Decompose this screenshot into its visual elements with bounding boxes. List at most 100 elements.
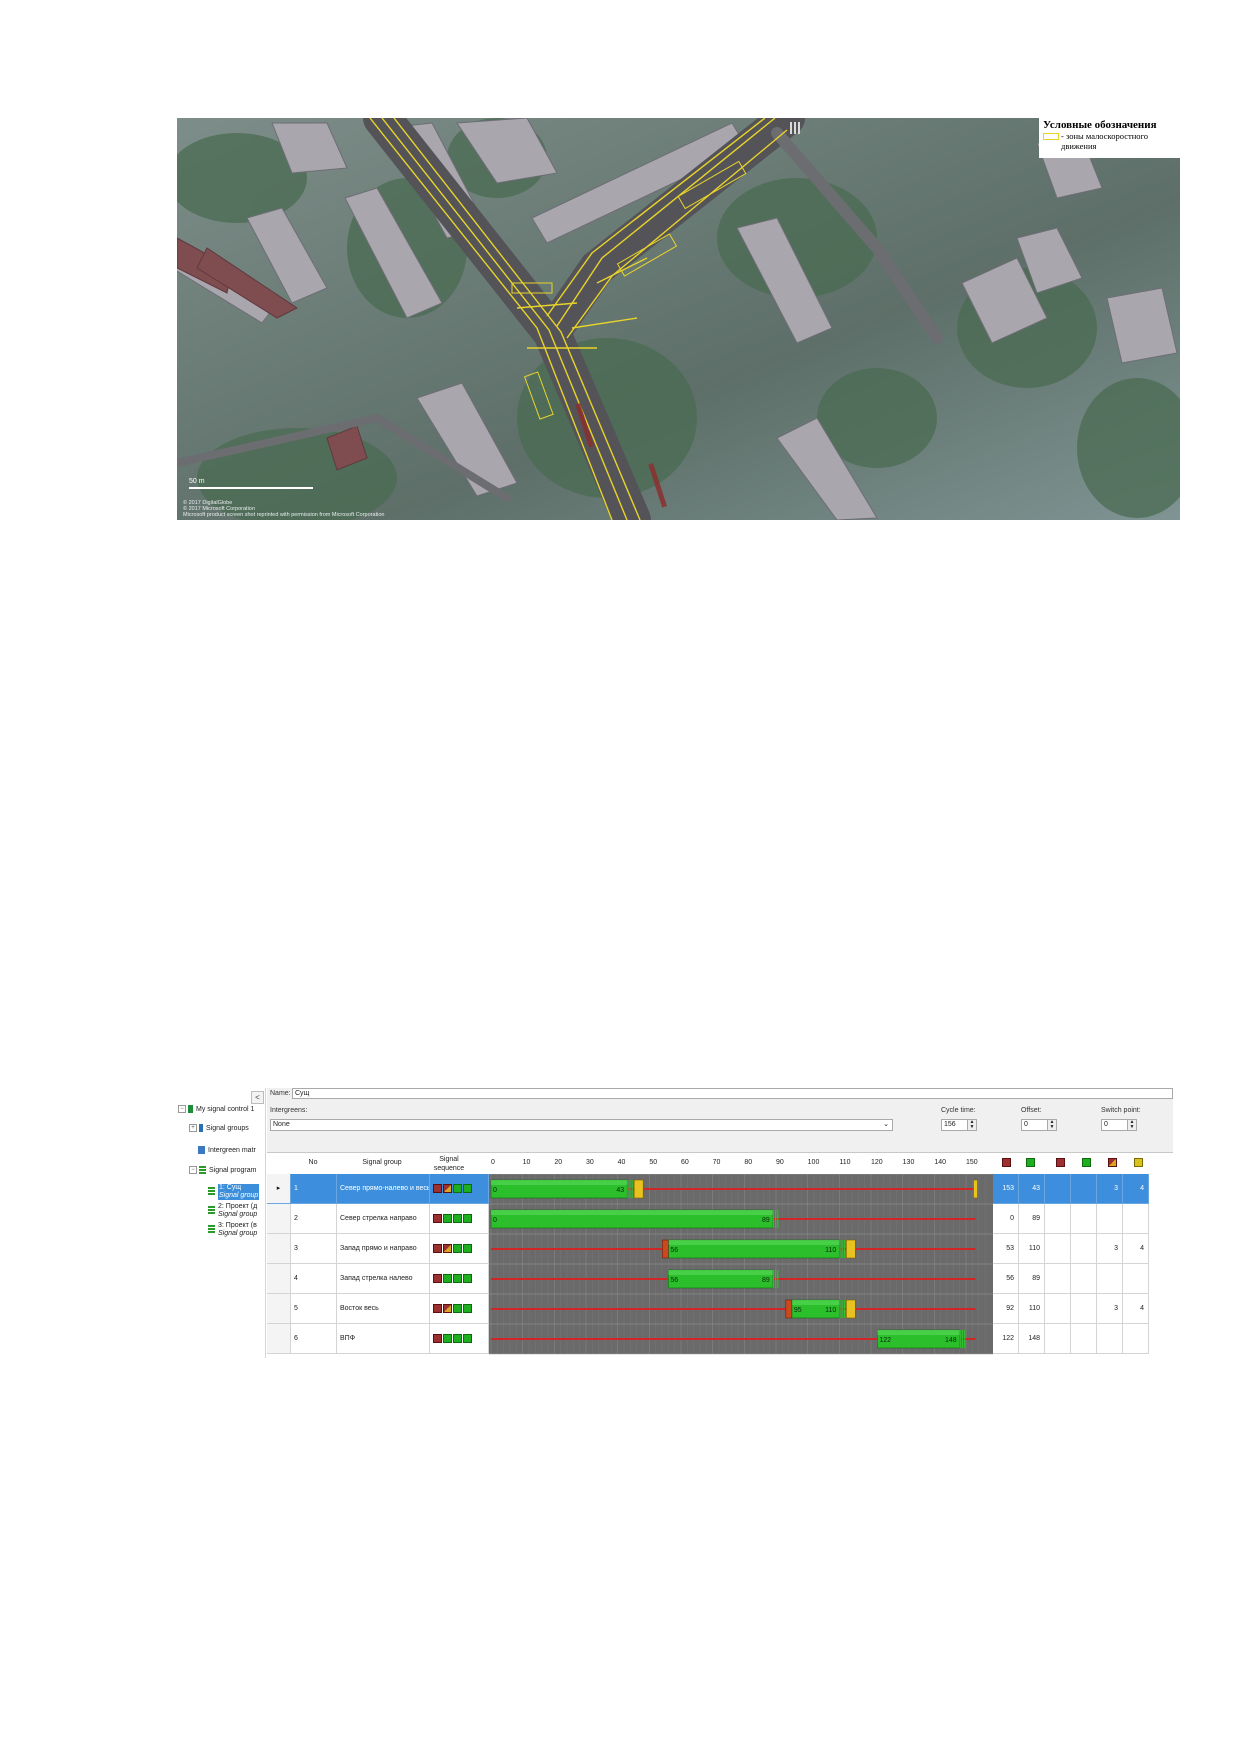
signal-sequence-cell[interactable] [430, 1294, 489, 1324]
c8-cell[interactable]: 4 [1123, 1174, 1149, 1204]
tree-item-signal-groups[interactable]: + Signal groups [189, 1124, 249, 1132]
tree-item-signal-control[interactable]: − My signal control 1 [178, 1105, 254, 1113]
signal-group-name-cell[interactable]: Запад стрелка налево [337, 1264, 430, 1294]
signal-group-name-cell[interactable]: Восток весь [337, 1294, 430, 1324]
c8-cell[interactable]: 4 [1123, 1234, 1149, 1264]
current-row-indicator[interactable]: ▸ [267, 1174, 291, 1204]
program-name: 3: Проект (в [218, 1222, 257, 1229]
signal-sequence-cell[interactable] [430, 1174, 489, 1204]
column-header-no[interactable]: No [291, 1153, 335, 1173]
row-header[interactable] [267, 1294, 291, 1324]
green_end-cell[interactable]: 110 [1019, 1294, 1045, 1324]
c7-cell[interactable] [1097, 1204, 1123, 1234]
expand-icon[interactable]: + [189, 1124, 197, 1132]
c6-cell[interactable] [1071, 1234, 1097, 1264]
timeline-tick-label: 70 [712, 1159, 721, 1166]
red-signal-icon [433, 1214, 442, 1223]
chevron-down-icon[interactable]: ⌄ [883, 1120, 889, 1130]
offset-input[interactable]: 0 ▲ ▼ [1021, 1119, 1057, 1131]
green-signal-icon [463, 1304, 472, 1313]
timeline-tick-label: 0 [491, 1159, 495, 1166]
timeline-tick-label: 100 [807, 1159, 820, 1166]
c8-cell[interactable] [1123, 1204, 1149, 1234]
green_end-cell[interactable]: 148 [1019, 1324, 1045, 1354]
c7-cell[interactable] [1097, 1324, 1123, 1354]
tree-item-program-3[interactable]: 3: Проект (в Signal group [208, 1222, 257, 1238]
column-header-signal-group[interactable]: Signal group [337, 1153, 427, 1173]
row-header[interactable] [267, 1204, 291, 1234]
no-cell[interactable]: 5 [291, 1294, 337, 1324]
tree-item-intergreen[interactable]: Intergreen matr [198, 1146, 256, 1154]
spinner-arrows-icon[interactable]: ▲ ▼ [967, 1120, 976, 1130]
signal-group-name-cell[interactable]: Север прямо-налево и весь... [337, 1174, 430, 1204]
no-cell[interactable]: 6 [291, 1324, 337, 1354]
c6-cell[interactable] [1071, 1264, 1097, 1294]
green-signal-icon [453, 1184, 462, 1193]
c5-cell[interactable] [1045, 1324, 1071, 1354]
c5-cell[interactable] [1045, 1204, 1071, 1234]
spinner-arrows-icon[interactable]: ▲ ▼ [1127, 1120, 1136, 1130]
c5-cell[interactable] [1045, 1174, 1071, 1204]
tree-item-program-1[interactable]: 1: Сущ Signal group [208, 1184, 260, 1200]
signal-program-icon [208, 1225, 215, 1233]
c6-cell[interactable] [1071, 1204, 1097, 1234]
flashing-green-stripe [843, 1300, 845, 1318]
signal-sequence-cell[interactable] [430, 1324, 489, 1354]
green-signal-icon [1025, 1158, 1035, 1167]
switch-point-input[interactable]: 0 ▲ ▼ [1101, 1119, 1137, 1131]
c7-cell[interactable]: 3 [1097, 1294, 1123, 1324]
green_end-cell[interactable]: 89 [1019, 1204, 1045, 1234]
amber-signal-icon [1133, 1158, 1143, 1167]
signal-timeline-chart[interactable]: 0 43 0 89 56 110 56 89 95 110 122 148 [489, 1174, 993, 1358]
c6-cell[interactable] [1071, 1174, 1097, 1204]
red_end-cell[interactable]: 153 [993, 1174, 1019, 1204]
signal-group-name-cell[interactable]: ВПФ [337, 1324, 430, 1354]
intergreen-matrix-icon [198, 1146, 205, 1154]
c7-cell[interactable] [1097, 1264, 1123, 1294]
c8-cell[interactable] [1123, 1264, 1149, 1294]
red_end-cell[interactable]: 122 [993, 1324, 1019, 1354]
row-header[interactable] [267, 1264, 291, 1294]
tree-item-program-2[interactable]: 2: Проект (д Signal group [208, 1203, 257, 1219]
green_end-cell[interactable]: 89 [1019, 1264, 1045, 1294]
c5-cell[interactable] [1045, 1234, 1071, 1264]
row-header[interactable] [267, 1234, 291, 1264]
collapse-icon[interactable]: − [189, 1166, 197, 1174]
c8-cell[interactable] [1123, 1324, 1149, 1354]
signal-sequence-cell[interactable] [430, 1204, 489, 1234]
c7-cell[interactable]: 3 [1097, 1234, 1123, 1264]
spinner-arrows-icon[interactable]: ▲ ▼ [1047, 1120, 1056, 1130]
c7-cell[interactable]: 3 [1097, 1174, 1123, 1204]
red_end-cell[interactable]: 92 [993, 1294, 1019, 1324]
red_end-cell[interactable]: 56 [993, 1264, 1019, 1294]
green_end-cell[interactable]: 43 [1019, 1174, 1045, 1204]
column-header-signal-sequence[interactable]: Signal sequence [430, 1153, 468, 1175]
row-header[interactable] [267, 1324, 291, 1354]
signal-sequence-cell[interactable] [430, 1264, 489, 1294]
no-cell[interactable]: 4 [291, 1264, 337, 1294]
cycle-time-input[interactable]: 156 ▲ ▼ [941, 1119, 977, 1131]
no-cell[interactable]: 2 [291, 1204, 337, 1234]
collapse-icon[interactable]: − [178, 1105, 186, 1113]
red_end-cell[interactable]: 53 [993, 1234, 1019, 1264]
c6-cell[interactable] [1071, 1294, 1097, 1324]
red_end-cell[interactable]: 0 [993, 1204, 1019, 1234]
no-cell[interactable]: 1 [291, 1174, 337, 1204]
green-signal-icon [463, 1274, 472, 1283]
no-cell[interactable]: 3 [291, 1234, 337, 1264]
name-input[interactable]: Сущ [292, 1088, 1173, 1099]
signal-group-name-cell[interactable]: Запад прямо и направо [337, 1234, 430, 1264]
green-end-label: 110 [825, 1307, 836, 1314]
green_end-cell[interactable]: 110 [1019, 1234, 1045, 1264]
signal-sequence-cell[interactable] [430, 1234, 489, 1264]
intergreens-select[interactable]: None ⌄ [270, 1119, 893, 1131]
red-amber-phase-bar [785, 1299, 793, 1319]
collapse-panel-button[interactable]: < [251, 1091, 264, 1104]
signal-group-name-cell[interactable]: Север стрелка направо [337, 1204, 430, 1234]
c5-cell[interactable] [1045, 1294, 1071, 1324]
c8-cell[interactable]: 4 [1123, 1294, 1149, 1324]
c5-cell[interactable] [1045, 1264, 1071, 1294]
program-name: 2: Проект (д [218, 1203, 258, 1210]
tree-item-signal-program[interactable]: − Signal program [189, 1166, 256, 1174]
c6-cell[interactable] [1071, 1324, 1097, 1354]
